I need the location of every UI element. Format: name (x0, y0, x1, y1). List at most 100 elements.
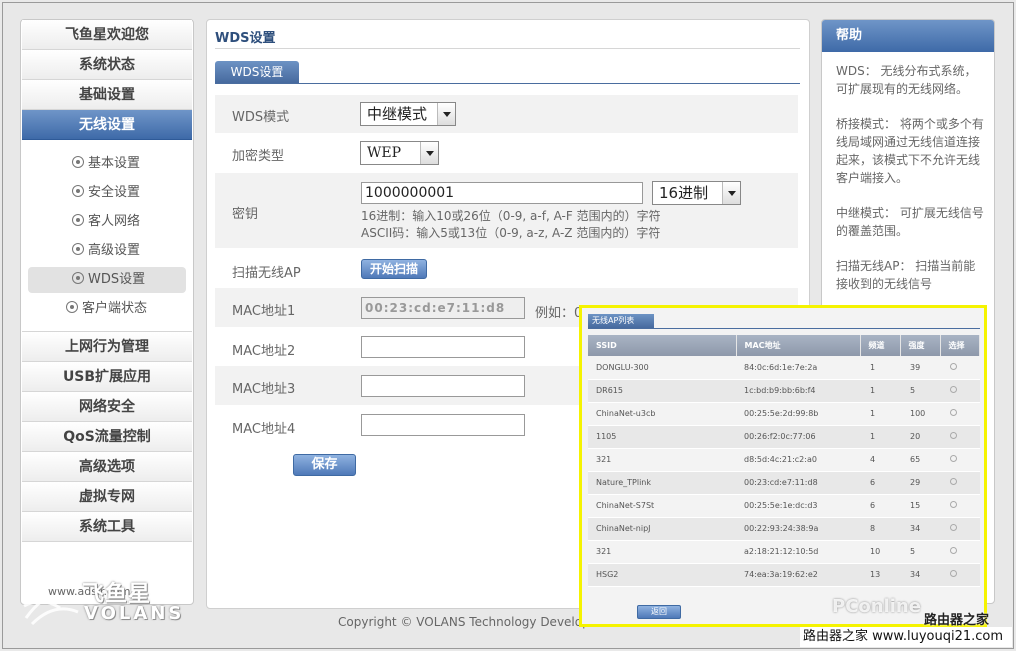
key-format-select[interactable]: 16进制 (652, 181, 741, 205)
title-divider (215, 48, 800, 49)
ap-mac: 00:26:f2:0c:77:06 (736, 425, 860, 449)
ap-channel: 6 (860, 471, 900, 495)
ap-table-row[interactable]: Nature_TPlink 00:23:cd:e7:11:d8 6 29 (588, 471, 980, 495)
tab-wds-settings[interactable]: WDS设置 (215, 61, 299, 83)
ap-strength: 29 (900, 471, 940, 495)
submenu-item-client-status[interactable]: 客户端状态 (28, 296, 186, 322)
ap-strength: 65 (900, 448, 940, 472)
ap-table-row[interactable]: ChinaNet-S7St 00:25:5e:1e:dc:d3 6 15 (588, 494, 980, 518)
sidebar-item-behavior-management[interactable]: 上网行为管理 (22, 332, 192, 362)
submenu-item-advanced[interactable]: 高级设置 (28, 238, 186, 264)
watermark-bottom: 路由器之家 www.luyouqi21.com (800, 627, 1012, 647)
col-strength: 强度 (900, 335, 941, 356)
ap-table-header: SSID MAC地址 频道 强度 选择 (588, 335, 980, 356)
form-row-scan: 扫描无线AP 开始扫描 (215, 248, 798, 288)
watermark-site: 路由器之家 (924, 613, 990, 628)
ap-mac: 00:25:5e:2d:99:8b (736, 402, 860, 426)
mac3-input[interactable] (361, 375, 525, 397)
sidebar-item-network-security[interactable]: 网络安全 (22, 392, 192, 422)
wireless-submenu: 基本设置 安全设置 客人网络 高级设置 WDS设置 客户端状态 (22, 140, 192, 332)
mac2-input[interactable] (361, 336, 525, 358)
sidebar-item-qos[interactable]: QoS流量控制 (22, 422, 192, 452)
ap-table-row[interactable]: 321 a2:18:21:12:10:5d 10 5 (588, 540, 980, 564)
sidebar-item-wireless-settings[interactable]: 无线设置 (22, 110, 192, 140)
radio-icon (72, 185, 84, 197)
ap-mac: 74:ea:3a:19:62:e2 (736, 563, 860, 587)
ap-table-row[interactable]: ChinaNet-nipJ 00:22:93:24:38:9a 8 34 (588, 517, 980, 541)
encryption-select[interactable]: WEP (360, 141, 439, 165)
page-title: WDS设置 (215, 31, 276, 46)
radio-select-icon[interactable] (950, 478, 957, 485)
ap-table-row[interactable]: DONGLU-300 84:0c:6d:1e:7e:2a 1 39 (588, 356, 980, 380)
radio-select-icon[interactable] (950, 524, 957, 531)
ap-channel: 1 (860, 402, 900, 426)
ap-select-cell (940, 425, 980, 449)
col-channel: 频道 (860, 335, 901, 356)
sidebar-item-welcome[interactable]: 飞鱼星欢迎您 (22, 20, 192, 50)
submenu-item-wds[interactable]: WDS设置 (28, 267, 186, 293)
submenu-label: WDS设置 (88, 272, 146, 287)
radio-icon (72, 272, 84, 284)
radio-select-icon[interactable] (950, 501, 957, 508)
ap-mac: 00:25:5e:1e:dc:d3 (736, 494, 860, 518)
ap-mac: 1c:bd:b9:bb:6b:f4 (736, 379, 860, 403)
ap-channel: 1 (860, 379, 900, 403)
sidebar-item-basic-settings[interactable]: 基础设置 (22, 80, 192, 110)
ap-mac: 00:23:cd:e7:11:d8 (736, 471, 860, 495)
ap-ssid: ChinaNet-nipJ (588, 517, 736, 541)
chevron-down-icon (722, 182, 740, 204)
back-button[interactable]: 返回 (637, 605, 681, 619)
radio-icon (72, 214, 84, 226)
sidebar-item-vpn[interactable]: 虚拟专网 (22, 482, 192, 512)
ap-select-cell (940, 471, 980, 495)
key-input[interactable]: 1000000001 (361, 182, 643, 204)
radio-select-icon[interactable] (950, 362, 957, 370)
col-select: 选择 (940, 335, 980, 356)
ap-channel: 13 (860, 563, 900, 587)
save-button[interactable]: 保存 (293, 454, 356, 476)
ap-table-row[interactable]: ChinaNet-u3cb 00:25:5e:2d:99:8b 1 100 (588, 402, 980, 426)
sidebar-item-advanced-options[interactable]: 高级选项 (22, 452, 192, 482)
radio-select-icon[interactable] (950, 432, 957, 439)
submenu-item-basic[interactable]: 基本设置 (28, 151, 186, 177)
radio-select-icon[interactable] (950, 409, 957, 416)
help-text-repeater: 中继模式： 可扩展无线信号的覆盖范围。 (836, 206, 984, 238)
form-row-wds-mode: WDS模式 中继模式 (215, 95, 798, 133)
ap-ssid: HSG2 (588, 563, 736, 587)
tab-ap-list: 无线AP列表 (588, 314, 654, 328)
mac4-input[interactable] (361, 414, 525, 436)
mac4-label: MAC地址4 (232, 422, 296, 437)
radio-select-icon[interactable] (950, 570, 957, 577)
ap-ssid: DR615 (588, 379, 736, 403)
ap-table-row[interactable]: 1105 00:26:f2:0c:77:06 1 20 (588, 425, 980, 449)
ap-channel: 6 (860, 494, 900, 518)
ap-table-row[interactable]: 321 d8:5d:4c:21:c2:a0 4 65 (588, 448, 980, 472)
hint-hex: 16进制：输入10或26位（0-9, a-f, A-F 范围内的）字符 (361, 209, 661, 223)
help-title: 帮助 (822, 20, 994, 52)
radio-select-icon[interactable] (950, 455, 957, 462)
radio-select-icon[interactable] (950, 547, 957, 554)
submenu-item-guest-network[interactable]: 客人网络 (28, 209, 186, 235)
help-text-scan: 扫描无线AP： 扫描当前能接收到的无线信号 (836, 259, 976, 291)
help-body: WDS： 无线分布式系统，可扩展现有的无线网络。 桥接模式： 将两个或多个有线局… (822, 52, 994, 293)
ap-strength: 5 (900, 540, 940, 564)
encryption-label: 加密类型 (232, 149, 285, 164)
sidebar-item-usb-apps[interactable]: USB扩展应用 (22, 362, 192, 392)
ap-channel: 1 (860, 356, 900, 380)
encryption-value: WEP (367, 145, 402, 161)
start-scan-button[interactable]: 开始扫描 (361, 259, 427, 279)
ap-ssid: ChinaNet-u3cb (588, 402, 736, 426)
ap-channel: 10 (860, 540, 900, 564)
wds-mode-select[interactable]: 中继模式 (360, 102, 456, 126)
ap-ssid: DONGLU-300 (588, 356, 736, 380)
ap-strength: 15 (900, 494, 940, 518)
sidebar-item-system-tools[interactable]: 系统工具 (22, 512, 192, 542)
form-row-encryption: 加密类型 WEP (215, 133, 798, 173)
mac1-input[interactable]: 00:23:cd:e7:11:d8 (361, 297, 525, 319)
submenu-item-security[interactable]: 安全设置 (28, 180, 186, 206)
sidebar-item-system-status[interactable]: 系统状态 (22, 50, 192, 80)
ap-channel: 8 (860, 517, 900, 541)
radio-select-icon[interactable] (950, 386, 957, 393)
ap-table-row[interactable]: HSG2 74:ea:3a:19:62:e2 13 34 (588, 563, 980, 587)
ap-table-row[interactable]: DR615 1c:bd:b9:bb:6b:f4 1 5 (588, 379, 980, 403)
